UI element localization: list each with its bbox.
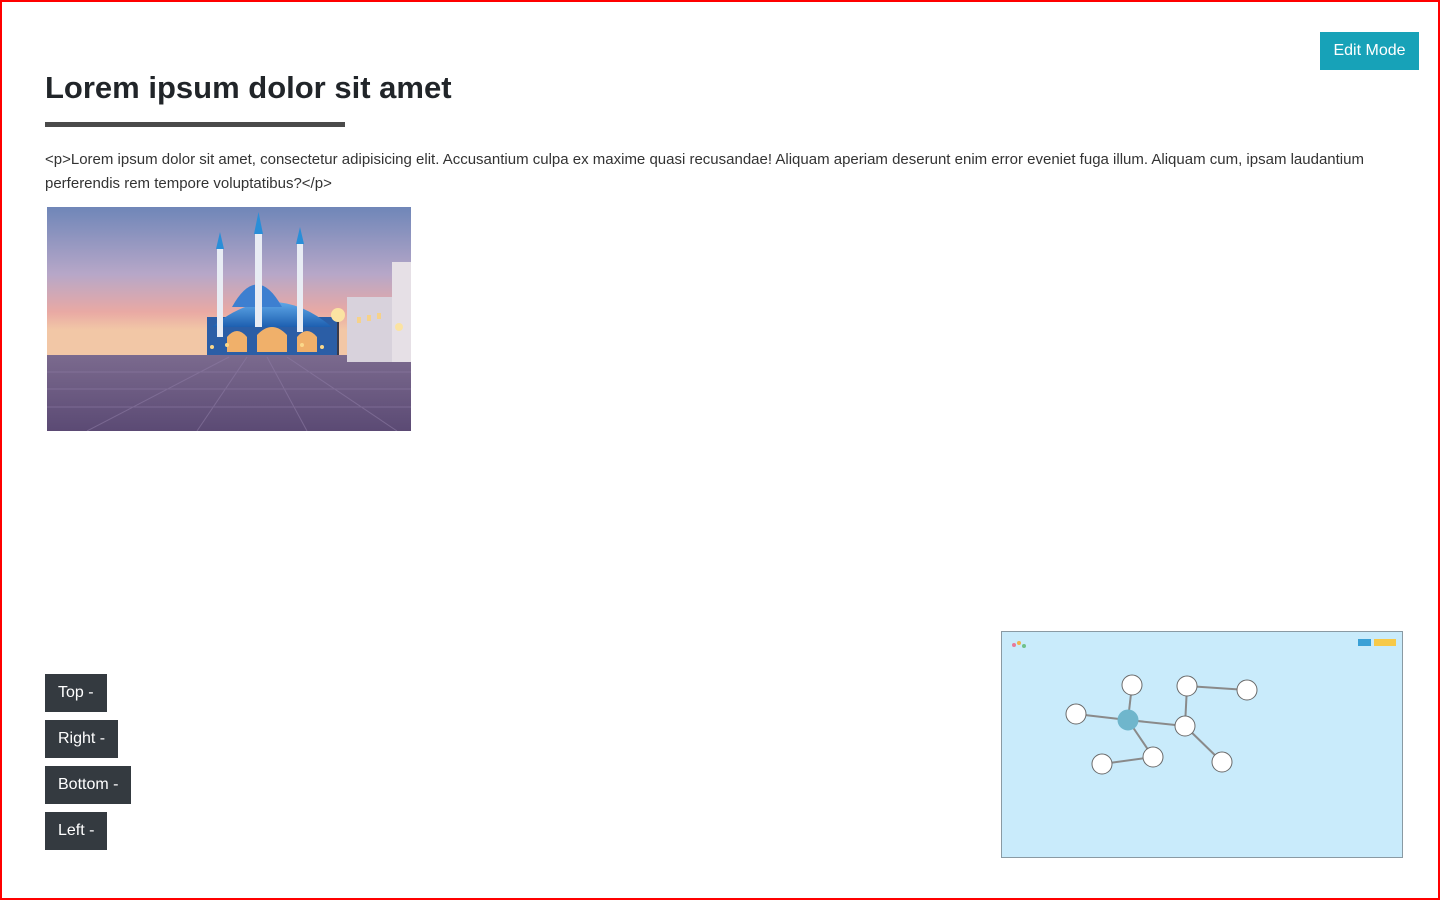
page-title: Lorem ipsum dolor sit amet <box>45 70 452 105</box>
right-decrease-button[interactable]: Right - <box>45 720 119 758</box>
title-underline <box>45 122 345 127</box>
body-paragraph: <p>Lorem ipsum dolor sit amet, consectet… <box>45 151 1364 192</box>
left-decrease-button[interactable]: Left - <box>45 812 108 850</box>
minimap-graph <box>1065 674 1258 775</box>
graph-node <box>1091 753 1113 775</box>
graph-node <box>1211 751 1233 773</box>
graph-node <box>1174 715 1196 737</box>
edit-mode-button[interactable]: Edit Mode <box>1320 32 1419 70</box>
graph-node <box>1142 746 1164 768</box>
graph-node-active <box>1117 709 1139 731</box>
minimap-preview[interactable] <box>1001 631 1403 858</box>
mosque-photo <box>47 207 411 431</box>
graph-node <box>1176 675 1198 697</box>
top-decrease-button[interactable]: Top - <box>45 674 107 712</box>
bottom-decrease-button[interactable]: Bottom - <box>45 766 132 804</box>
graph-node <box>1065 703 1087 725</box>
graph-node <box>1236 679 1258 701</box>
graph-node <box>1121 674 1143 696</box>
